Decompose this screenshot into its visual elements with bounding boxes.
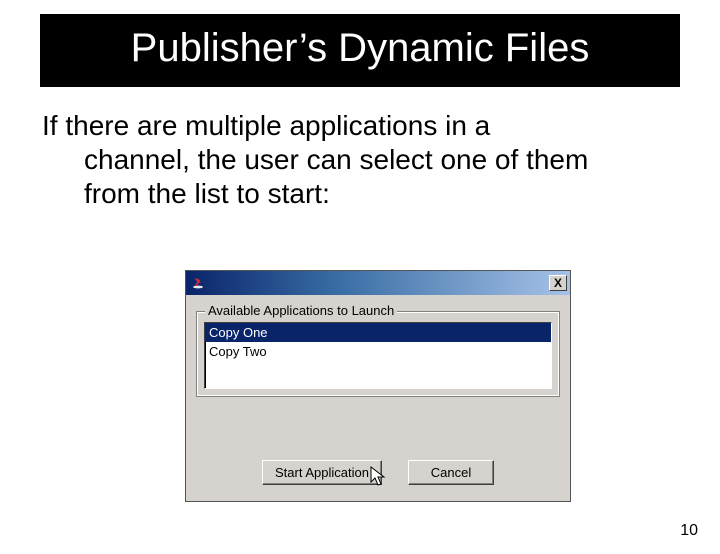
groupbox-legend: Available Applications to Launch: [205, 303, 397, 318]
apps-listbox[interactable]: Copy One Copy Two: [204, 322, 552, 389]
launch-dialog: X Available Applications to Launch Copy …: [185, 270, 571, 502]
close-icon: X: [554, 277, 562, 289]
body-line-1: If there are multiple applications in a: [42, 110, 490, 141]
java-cup-icon: [190, 275, 206, 291]
start-application-button[interactable]: Start Application: [262, 460, 382, 485]
slide-title: Publisher’s Dynamic Files: [40, 14, 680, 87]
body-line-2: channel, the user can select one of them: [42, 143, 678, 177]
dialog-button-row: Start Application Cancel: [186, 460, 570, 485]
page-number: 10: [680, 522, 698, 540]
list-item[interactable]: Copy Two: [205, 342, 551, 361]
available-apps-groupbox: Available Applications to Launch Copy On…: [196, 311, 560, 397]
cancel-button[interactable]: Cancel: [408, 460, 494, 485]
list-item[interactable]: Copy One: [205, 323, 551, 342]
body-line-3: from the list to start:: [42, 177, 678, 211]
dialog-titlebar: X: [186, 271, 570, 295]
slide-body: If there are multiple applications in a …: [42, 109, 678, 211]
close-button[interactable]: X: [549, 275, 567, 291]
